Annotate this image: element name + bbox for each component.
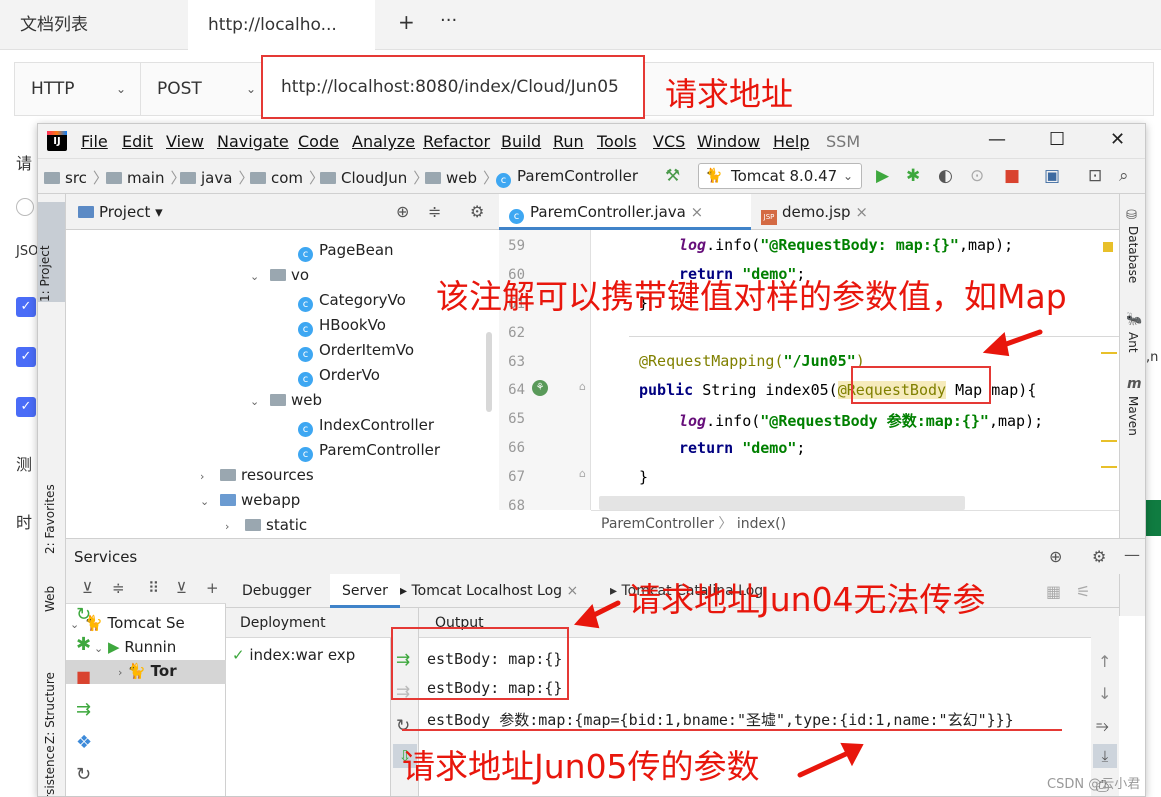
arrow-head: [982, 332, 1010, 357]
arrow-to-underline: [797, 750, 851, 778]
watermark: CSDN @云小君: [1047, 777, 1141, 792]
annotation-arrows: [574, 329, 1043, 778]
arrow-head: [574, 603, 600, 629]
